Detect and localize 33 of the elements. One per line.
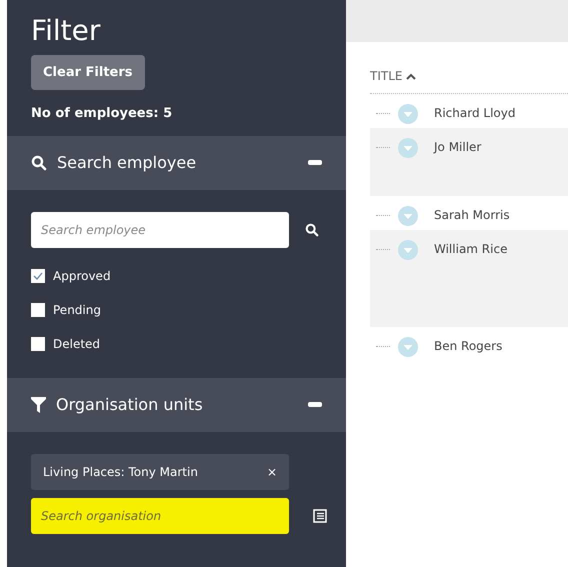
panel-title: Filter [31, 16, 102, 47]
table-row[interactable]: Richard Lloyd [370, 94, 568, 128]
search-icon[interactable] [305, 222, 319, 237]
list-icon[interactable] [313, 508, 327, 523]
checkbox-label[interactable]: Pending [53, 300, 101, 319]
employee-name: William Rice [434, 241, 508, 258]
search-icon [31, 154, 47, 171]
checkbox[interactable] [31, 336, 45, 351]
table-row[interactable]: Ben Rogers [370, 327, 568, 361]
table-row[interactable]: William Rice [370, 230, 568, 327]
search-field[interactable]: Search employee [31, 212, 289, 248]
chip-label: Living Places: Tony Martin [43, 464, 199, 481]
section-title: Organisation units [56, 394, 204, 416]
collapse-icon[interactable] [308, 160, 322, 166]
checkbox-label[interactable]: Approved [53, 266, 111, 285]
employee-name: Sarah Morris [434, 207, 510, 224]
clear-filters-button[interactable]: Clear Filters [31, 54, 144, 90]
table-row[interactable]: Sarah Morris [370, 196, 568, 230]
search-field[interactable]: Search organisation [31, 498, 289, 534]
remove-button[interactable]: × [266, 462, 277, 481]
employee-count: No of employees: 5 [31, 105, 174, 124]
employee-name: Jo Miller [434, 139, 482, 156]
employee-name: Richard Lloyd [434, 105, 516, 122]
column-header[interactable]: TITLE [370, 67, 402, 85]
sort-icon[interactable] [406, 72, 416, 80]
table-row[interactable]: Jo Miller [370, 128, 568, 196]
section-title: Search employee [57, 152, 198, 174]
collapse-icon[interactable] [308, 402, 322, 408]
checkbox[interactable] [31, 268, 45, 283]
checkbox-label[interactable]: Deleted [53, 334, 100, 353]
filter-icon [31, 396, 46, 413]
checkbox[interactable] [31, 302, 45, 317]
employee-name: Ben Rogers [434, 338, 502, 355]
